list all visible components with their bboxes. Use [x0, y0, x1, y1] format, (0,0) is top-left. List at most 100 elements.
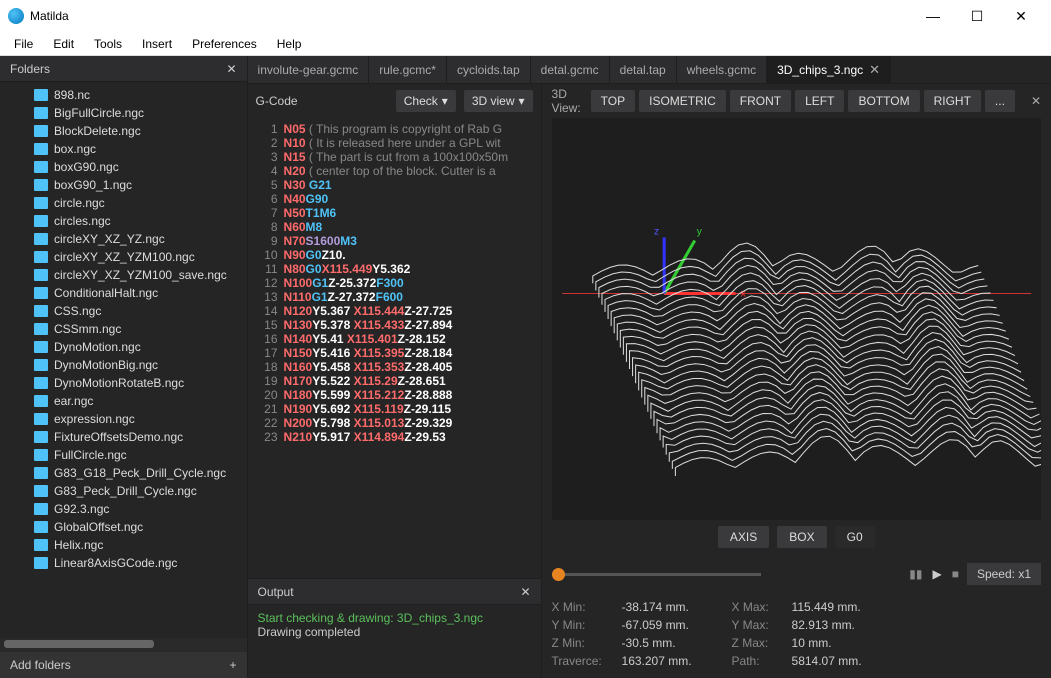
menu-file[interactable]: File [4, 34, 43, 54]
menu-edit[interactable]: Edit [43, 34, 84, 54]
tab[interactable]: involute-gear.gcmc [248, 56, 370, 83]
file-item[interactable]: 898.nc [30, 86, 247, 104]
gcode-line[interactable]: 7N50T1M6 [248, 206, 541, 220]
file-item[interactable]: circles.ngc [30, 212, 247, 230]
gcode-line[interactable]: 15N130Y5.378 X115.433Z-27.894 [248, 318, 541, 332]
file-item[interactable]: FullCircle.ngc [30, 446, 247, 464]
output-line: Start checking & drawing: 3D_chips_3.ngc [258, 611, 531, 625]
speed-button[interactable]: Speed: x1 [967, 563, 1041, 585]
tab[interactable]: cycloids.tap [447, 56, 531, 83]
gcode-line[interactable]: 14N120Y5.367 X115.444Z-27.725 [248, 304, 541, 318]
gcode-line[interactable]: 6N40G90 [248, 192, 541, 206]
output-panel: Output ✕ Start checking & drawing: 3D_ch… [248, 578, 541, 678]
view-isometric-button[interactable]: ISOMETRIC [639, 90, 726, 112]
file-item[interactable]: DynoMotionBig.ngc [30, 356, 247, 374]
gcode-line[interactable]: 17N150Y5.416 X115.395Z-28.184 [248, 346, 541, 360]
folders-header: Folders ✕ [0, 56, 247, 82]
toggle-axis[interactable]: AXIS [718, 526, 769, 548]
menu-insert[interactable]: Insert [132, 34, 182, 54]
tab[interactable]: 3D_chips_3.ngc✕ [767, 56, 891, 83]
file-item[interactable]: G92.3.ngc [30, 500, 247, 518]
gcode-line[interactable]: 9N70S1600M3 [248, 234, 541, 248]
gcode-line[interactable]: 10N90G0Z10. [248, 248, 541, 262]
gcode-line[interactable]: 13N110G1Z-27.372F600 [248, 290, 541, 304]
gcode-line[interactable]: 3N15 ( The part is cut from a 100x100x50… [248, 150, 541, 164]
playback-slider[interactable] [552, 573, 762, 576]
gcode-line[interactable]: 20N180Y5.599 X115.212Z-28.888 [248, 388, 541, 402]
gcode-line[interactable]: 1N05 ( This program is copyright of Rab … [248, 122, 541, 136]
file-item[interactable]: Helix.ngc [30, 536, 247, 554]
pause-icon[interactable]: ▮▮ [909, 567, 922, 581]
file-item[interactable]: circle.ngc [30, 194, 247, 212]
file-item[interactable]: BlockDelete.ngc [30, 122, 247, 140]
output-close-icon[interactable]: ✕ [520, 585, 530, 599]
file-item[interactable]: ear.ngc [30, 392, 247, 410]
menu-preferences[interactable]: Preferences [182, 34, 267, 54]
gcode-line[interactable]: 21N190Y5.692 X115.119Z-29.115 [248, 402, 541, 416]
file-item[interactable]: CSS.ngc [30, 302, 247, 320]
folders-sidebar: Folders ✕ 898.ncBigFullCircle.ngcBlockDe… [0, 56, 248, 678]
file-item[interactable]: boxG90_1.ngc [30, 176, 247, 194]
file-item[interactable]: ConditionalHalt.ngc [30, 284, 247, 302]
file-item[interactable]: Linear8AxisGCode.ngc [30, 554, 247, 572]
file-item[interactable]: FixtureOffsetsDemo.ngc [30, 428, 247, 446]
3dview-close-icon[interactable]: ✕ [1031, 94, 1041, 108]
view-right-button[interactable]: RIGHT [924, 90, 981, 112]
gcode-editor[interactable]: 1N05 ( This program is copyright of Rab … [248, 118, 541, 578]
file-item[interactable]: G83_G18_Peck_Drill_Cycle.ngc [30, 464, 247, 482]
tabs-bar: involute-gear.gcmcrule.gcmc*cycloids.tap… [248, 56, 1051, 84]
tab[interactable]: rule.gcmc* [369, 56, 447, 83]
gcode-line[interactable]: 5N30 G21 [248, 178, 541, 192]
file-item[interactable]: DynoMotionRotateB.ngc [30, 374, 247, 392]
file-icon [34, 287, 48, 299]
folders-close-icon[interactable]: ✕ [226, 62, 236, 76]
file-item[interactable]: boxG90.ngc [30, 158, 247, 176]
tab[interactable]: wheels.gcmc [677, 56, 767, 83]
gcode-line[interactable]: 2N10 ( It is released here under a GPL w… [248, 136, 541, 150]
folder-list[interactable]: 898.ncBigFullCircle.ngcBlockDelete.ngcbo… [0, 82, 247, 638]
file-item[interactable]: DynoMotion.ngc [30, 338, 247, 356]
view-front-button[interactable]: FRONT [730, 90, 791, 112]
gcode-line[interactable]: 23N210Y5.917 X114.894Z-29.53 [248, 430, 541, 444]
close-button[interactable]: ✕ [999, 0, 1043, 32]
file-item[interactable]: box.ngc [30, 140, 247, 158]
file-item[interactable]: expression.ngc [30, 410, 247, 428]
minimize-button[interactable]: — [911, 0, 955, 32]
file-item[interactable]: BigFullCircle.ngc [30, 104, 247, 122]
maximize-button[interactable]: ☐ [955, 0, 999, 32]
check-button[interactable]: Check ▾ [396, 90, 456, 112]
file-item[interactable]: G83_Peck_Drill_Cycle.ngc [30, 482, 247, 500]
file-icon [34, 449, 48, 461]
file-item[interactable]: GlobalOffset.ngc [30, 518, 247, 536]
toggle-box[interactable]: BOX [777, 526, 826, 548]
tab[interactable]: detal.gcmc [531, 56, 610, 83]
3dview-button[interactable]: 3D view ▾ [464, 90, 533, 112]
file-icon [34, 323, 48, 335]
gcode-line[interactable]: 8N60M8 [248, 220, 541, 234]
view-...-button[interactable]: ... [985, 90, 1015, 112]
gcode-line[interactable]: 4N20 ( center top of the block. Cutter i… [248, 164, 541, 178]
gcode-line[interactable]: 12N100G1Z-25.372F300 [248, 276, 541, 290]
gcode-line[interactable]: 18N160Y5.458 X115.353Z-28.405 [248, 360, 541, 374]
tab[interactable]: detal.tap [610, 56, 677, 83]
menu-tools[interactable]: Tools [84, 34, 132, 54]
3d-canvas[interactable]: x y z [552, 118, 1041, 520]
gcode-line[interactable]: 11N80G0X115.449Y5.362 [248, 262, 541, 276]
toggle-g0[interactable]: G0 [835, 526, 875, 548]
file-item[interactable]: circleXY_XZ_YZM100.ngc [30, 248, 247, 266]
file-item[interactable]: circleXY_XZ_YZM100_save.ngc [30, 266, 247, 284]
file-item[interactable]: circleXY_XZ_YZ.ngc [30, 230, 247, 248]
tab-close-icon[interactable]: ✕ [869, 62, 880, 78]
file-item[interactable]: CSSmm.ngc [30, 320, 247, 338]
gcode-line[interactable]: 22N200Y5.798 X115.013Z-29.329 [248, 416, 541, 430]
stop-icon[interactable]: ■ [952, 567, 959, 581]
play-icon[interactable]: ▶ [932, 567, 941, 581]
view-top-button[interactable]: TOP [591, 90, 635, 112]
menu-help[interactable]: Help [267, 34, 312, 54]
view-bottom-button[interactable]: BOTTOM [848, 90, 919, 112]
add-folders-button[interactable]: Add folders + [0, 652, 247, 678]
folders-h-scrollbar[interactable] [0, 638, 247, 652]
gcode-line[interactable]: 19N170Y5.522 X115.29Z-28.651 [248, 374, 541, 388]
view-left-button[interactable]: LEFT [795, 90, 844, 112]
gcode-line[interactable]: 16N140Y5.41 X115.401Z-28.152 [248, 332, 541, 346]
